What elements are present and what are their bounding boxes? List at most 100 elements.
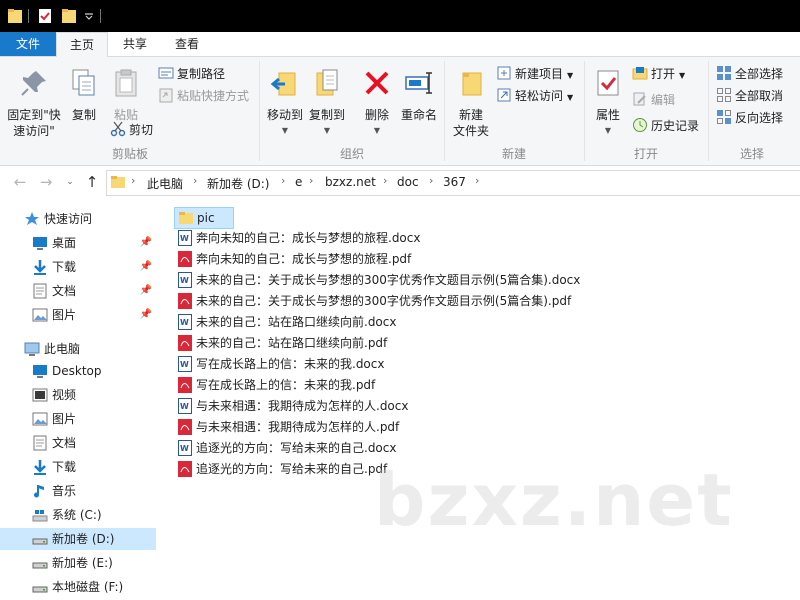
nav-label: 下载 [52,260,77,274]
paste-shortcut-icon [159,88,173,103]
nav-drive-e[interactable]: 新加卷 (E:) [0,552,156,574]
copy-to-button[interactable]: 复制到 ▼ [306,67,348,139]
copy-path-button[interactable]: 复制路径 [158,65,225,82]
nav-label: 视频 [52,388,77,402]
customize-toolbar-icon[interactable] [84,7,94,25]
file-name: 奔向未知的自己：成长与梦想的旅程.docx [196,231,421,245]
file-name: 写在成长路上的信：未来的我.docx [196,357,385,371]
delete-button[interactable]: 删除 ▼ [358,67,396,139]
nav-downloads-pinned[interactable]: 下载 📌 [0,256,156,278]
open-button[interactable]: 打开 ▼ [632,65,685,84]
breadcrumb-this-pc[interactable]: 此电脑 [147,175,183,192]
properties-dropdown-icon[interactable]: ▼ [588,123,628,139]
paste-button[interactable]: 粘贴 [106,67,146,123]
breadcrumb-separator[interactable]: › [475,174,479,187]
nav-pictures[interactable]: 图片 [0,408,156,430]
new-item-dropdown-icon[interactable]: ▼ [567,71,573,80]
drive-icon [32,538,48,545]
select-all-button[interactable]: 全部选择 [716,65,783,82]
nav-quick-access[interactable]: 快速访问 [0,208,156,230]
pin-icon[interactable]: 📌 [140,256,152,278]
nav-videos[interactable]: 视频 [0,384,156,406]
breadcrumb-367[interactable]: 367 [443,175,466,189]
word-file-icon: W [178,356,192,372]
word-file-icon: W [178,314,192,330]
new-folder-icon[interactable] [62,7,76,25]
invert-selection-button[interactable]: 反向选择 [716,109,783,126]
rename-icon [405,72,432,94]
nav-drive-d[interactable]: 新加卷 (D:) [0,528,156,550]
move-to-dropdown-icon[interactable]: ▼ [264,123,306,139]
nav-label: 此电脑 [44,342,81,356]
breadcrumb-separator[interactable]: › [383,174,387,187]
nav-music[interactable]: 音乐 [0,480,156,502]
nav-label: 图片 [52,412,77,426]
new-folder-label-line1: 新建 [458,108,483,122]
up-arrow-icon[interactable]: ↑ [82,172,102,192]
breadcrumb-doc[interactable]: doc [397,175,419,189]
properties-button[interactable]: 属性 ▼ [588,67,628,139]
copy-button[interactable]: 复制 [66,67,102,123]
paste-shortcut-label: 粘贴快捷方式 [177,89,250,103]
paste-shortcut-button[interactable]: 粘贴快捷方式 [158,87,249,104]
easy-access-icon [497,88,511,102]
new-item-button[interactable]: 新建项目 ▼ [496,65,573,84]
breadcrumb-drive-d[interactable]: 新加卷 (D:) [207,175,269,192]
file-name: 未来的自己：关于成长与梦想的300字优秀作文题目示例(5篇合集).pdf [196,294,572,308]
cut-button[interactable]: 剪切 [110,121,153,138]
pdf-file-icon [178,335,192,351]
easy-access-dropdown-icon[interactable]: ▼ [567,93,573,102]
nav-downloads[interactable]: 下载 [0,456,156,478]
forward-arrow-icon[interactable]: → [36,172,56,192]
breadcrumb-separator[interactable]: › [309,174,313,187]
recent-locations-chevron-icon[interactable]: ⌄ [60,172,80,192]
breadcrumb-e[interactable]: e [295,175,302,189]
list-item-folder[interactable]: pic [174,207,234,229]
nav-this-pc[interactable]: 此电脑 [0,338,156,360]
tab-share[interactable]: 共享 [110,32,160,56]
new-folder-button[interactable]: 新建 文件夹 [450,67,492,139]
music-icon [34,485,44,498]
tab-home[interactable]: 主页 [56,32,108,58]
word-file-icon: W [178,440,192,456]
title-bar [0,0,800,32]
nav-documents[interactable]: 文档 [0,432,156,454]
pin-quick-access-button[interactable]: 固定到"快 速访问" [4,67,64,139]
properties-icon[interactable] [38,7,52,25]
rename-button[interactable]: 重命名 [398,67,440,123]
move-to-button[interactable]: 移动到 ▼ [264,67,306,139]
easy-access-button[interactable]: 轻松访问 ▼ [496,87,573,106]
copy-to-dropdown-icon[interactable]: ▼ [306,123,348,139]
nav-drive-c[interactable]: 系统 (C:) [0,504,156,526]
pin-icon[interactable]: 📌 [140,232,152,254]
open-dropdown-icon[interactable]: ▼ [679,71,685,80]
pdf-file-icon [178,251,192,267]
pin-icon[interactable]: 📌 [140,280,152,302]
select-none-button[interactable]: 全部取消 [716,87,783,104]
nav-desktop-pinned[interactable]: 桌面 📌 [0,232,156,254]
nav-documents-pinned[interactable]: 文档 📌 [0,280,156,302]
open-icon [632,67,648,80]
new-item-label: 新建项目 [515,67,564,81]
back-arrow-icon[interactable]: ← [10,172,30,192]
nav-drive-f[interactable]: 本地磁盘 (F:) [0,576,156,598]
copy-path-icon [158,67,174,79]
address-bar[interactable]: › 此电脑 › 新加卷 (D:) › e › bzxz.net › doc › … [106,170,800,196]
breadcrumb-separator[interactable]: › [131,174,135,187]
breadcrumb-bzxz[interactable]: bzxz.net [325,175,376,189]
file-name: 未来的自己：站在路口继续向前.docx [196,315,397,329]
new-folder-icon [462,72,482,96]
nav-pictures-pinned[interactable]: 图片 📌 [0,304,156,326]
history-button[interactable]: 历史记录 [632,117,699,134]
navigation-pane: 快速访问 桌面 📌 下载 📌 文档 📌 图片 📌 此电脑 Desktop 视频 … [0,198,160,600]
nav-desktop[interactable]: Desktop [0,360,156,382]
breadcrumb-separator[interactable]: › [193,174,197,187]
delete-dropdown-icon[interactable]: ▼ [358,123,396,139]
tab-file[interactable]: 文件 [0,32,56,56]
tab-view[interactable]: 查看 [162,32,212,56]
breadcrumb-separator[interactable]: › [281,174,285,187]
breadcrumb-separator[interactable]: › [429,174,433,187]
nav-label: 桌面 [52,236,77,250]
pin-icon[interactable]: 📌 [140,304,152,326]
edit-button[interactable]: 编辑 [632,91,675,108]
